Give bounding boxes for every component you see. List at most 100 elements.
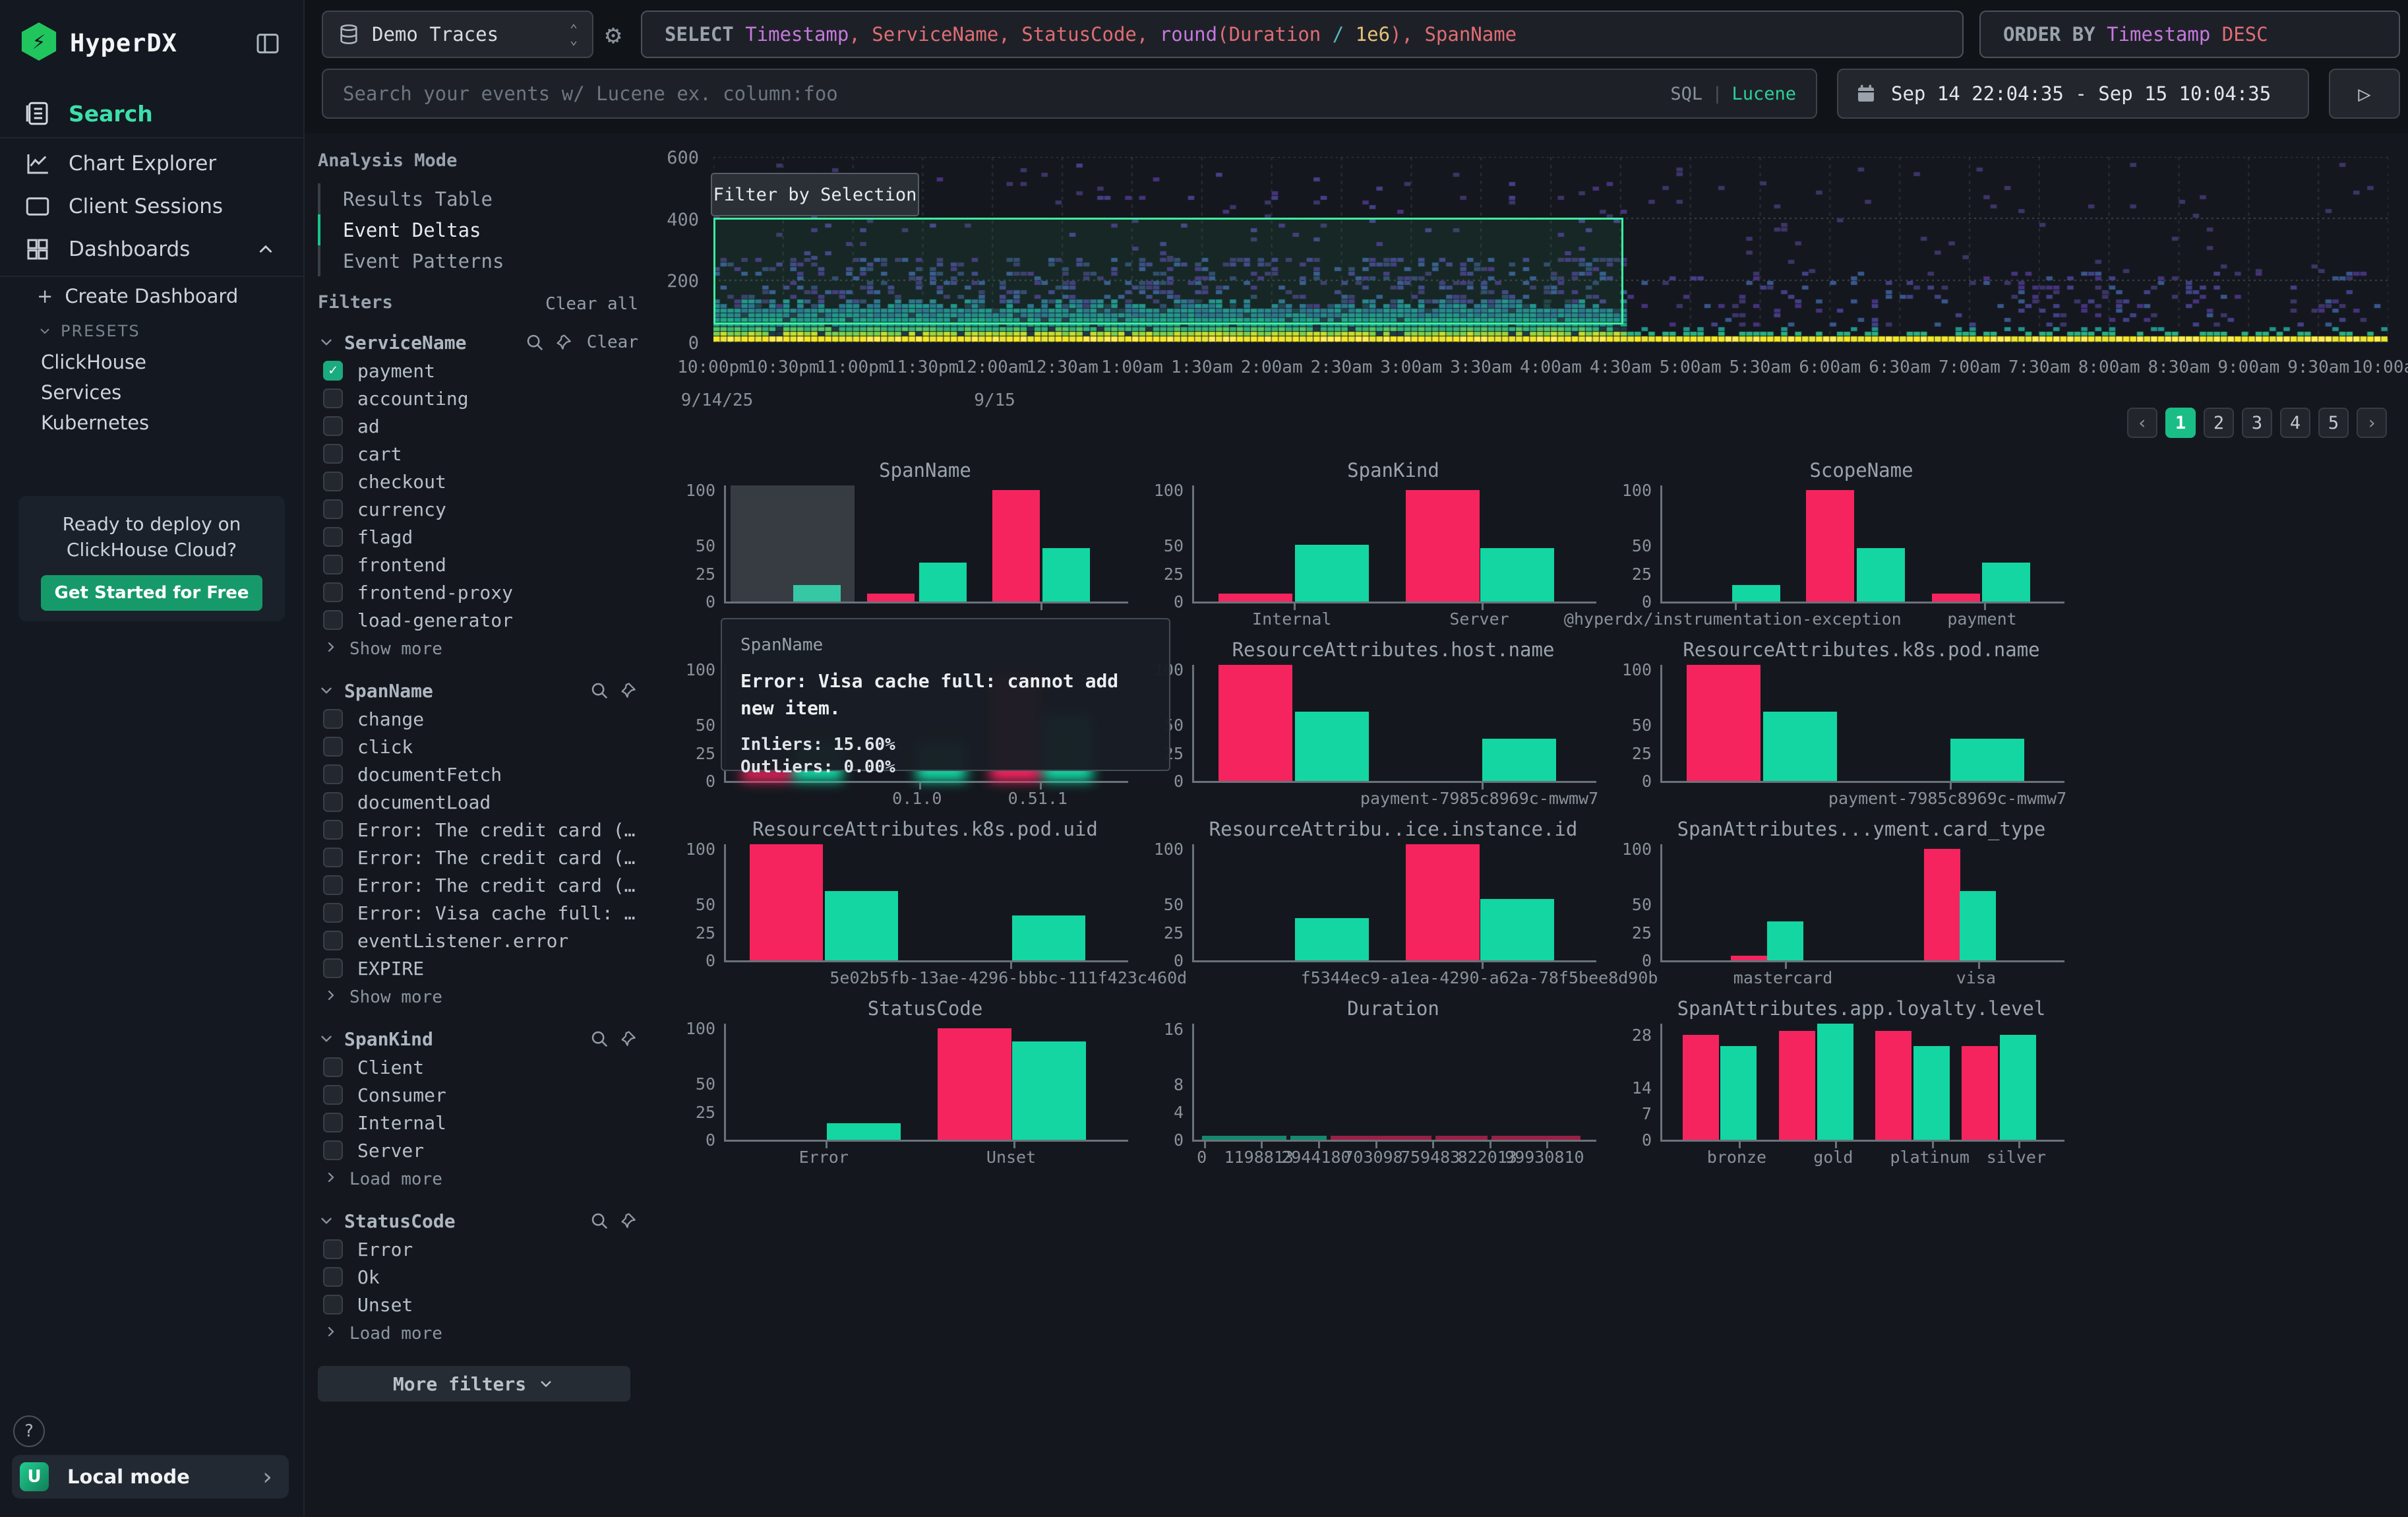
mini-chart-SpanName[interactable]: SpanName10050250: [679, 454, 1147, 633]
pin-icon[interactable]: [618, 681, 638, 700]
clear-filter-button[interactable]: Clear: [587, 332, 638, 352]
filter-item[interactable]: accounting: [318, 385, 638, 412]
checkbox[interactable]: [323, 709, 343, 729]
filter-by-selection-button[interactable]: Filter by Selection: [711, 173, 919, 216]
filter-item[interactable]: Internal: [318, 1109, 638, 1136]
filter-item[interactable]: cart: [318, 440, 638, 468]
chart-plot[interactable]: 10050250: [724, 485, 1128, 604]
checkbox[interactable]: [323, 764, 343, 784]
sidebar-item-services[interactable]: Services: [41, 381, 121, 404]
show-more-button[interactable]: Show more: [318, 982, 638, 1012]
pin-icon[interactable]: [618, 1029, 638, 1049]
filter-item[interactable]: flagd: [318, 523, 638, 551]
checkbox[interactable]: [323, 1295, 343, 1315]
presets-toggle[interactable]: PRESETS: [37, 322, 140, 340]
sidebar-item-client-sessions[interactable]: Client Sessions: [0, 188, 303, 225]
lang-toggle-lucene[interactable]: Lucene: [1731, 84, 1796, 104]
filter-item[interactable]: change: [318, 705, 638, 733]
filter-item[interactable]: Unset: [318, 1291, 638, 1318]
filter-item[interactable]: Ok: [318, 1263, 638, 1291]
mini-chart-ResourceAttributes.host.name[interactable]: ResourceAttributes.host.name10050250paym…: [1147, 633, 1615, 813]
filter-item[interactable]: Error: [318, 1235, 638, 1263]
date-range-picker[interactable]: Sep 14 22:04:35 - Sep 15 10:04:35: [1837, 69, 2309, 119]
checkbox[interactable]: [323, 931, 343, 950]
checkbox[interactable]: [323, 444, 343, 464]
checkbox[interactable]: [323, 555, 343, 574]
sidebar-item-dashboards[interactable]: Dashboards: [0, 231, 303, 268]
hyperdx-logo-icon[interactable]: ⚡: [20, 22, 58, 61]
create-dashboard-button[interactable]: +Create Dashboard: [37, 285, 238, 307]
checkbox[interactable]: [323, 903, 343, 923]
chevron-down-icon[interactable]: [318, 1212, 335, 1229]
page-next-button[interactable]: ›: [2357, 408, 2387, 438]
analysis-mode-event-patterns[interactable]: Event Patterns: [318, 245, 638, 276]
filter-item[interactable]: currency: [318, 495, 638, 523]
chart-plot[interactable]: 16840: [1192, 1024, 1596, 1142]
filter-item[interactable]: Error: The credit card (…: [318, 871, 638, 899]
chart-plot[interactable]: 10050250: [1192, 665, 1596, 783]
chart-plot[interactable]: 10050250: [1660, 485, 2064, 604]
chevron-down-icon[interactable]: [318, 1030, 335, 1047]
filter-item[interactable]: Client: [318, 1053, 638, 1081]
checkbox[interactable]: [323, 1057, 343, 1077]
run-query-button[interactable]: ▷: [2329, 69, 2400, 119]
search-icon[interactable]: [589, 1211, 609, 1231]
filter-item[interactable]: frontend-proxy: [318, 578, 638, 606]
filter-item[interactable]: ad: [318, 412, 638, 440]
checkbox[interactable]: [323, 1239, 343, 1259]
page-button-2[interactable]: 2: [2204, 408, 2234, 438]
mini-chart-SpanAttributes.app.loyalty.level[interactable]: SpanAttributes.app.loyalty.level281470br…: [1615, 992, 2084, 1171]
checkbox[interactable]: [323, 388, 343, 408]
checkbox[interactable]: [323, 610, 343, 630]
checkbox[interactable]: [323, 792, 343, 812]
clear-all-button[interactable]: Clear all: [545, 294, 638, 314]
show-more-button[interactable]: Load more: [318, 1318, 638, 1349]
checkbox[interactable]: [323, 875, 343, 895]
checkbox[interactable]: [323, 848, 343, 867]
mini-chart-ResourceAttributes.k8s.pod.uid[interactable]: ResourceAttributes.k8s.pod.uid100502505e…: [679, 813, 1147, 992]
pin-icon[interactable]: [618, 1211, 638, 1231]
mini-chart-SpanKind[interactable]: SpanKind10050250InternalServer: [1147, 454, 1615, 633]
filter-item[interactable]: ✓payment: [318, 357, 638, 385]
pin-icon[interactable]: [554, 332, 574, 352]
filter-item[interactable]: checkout: [318, 468, 638, 495]
filter-item[interactable]: Error: The credit card (…: [318, 816, 638, 844]
checkbox[interactable]: [323, 737, 343, 757]
show-more-button[interactable]: Show more: [318, 634, 638, 664]
sidebar-item-kubernetes[interactable]: Kubernetes: [41, 412, 149, 434]
search-icon[interactable]: [525, 332, 545, 352]
help-button[interactable]: ?: [13, 1415, 45, 1447]
filter-item[interactable]: Consumer: [318, 1081, 638, 1109]
filter-item[interactable]: Error: Visa cache full: …: [318, 899, 638, 927]
gear-icon[interactable]: ⚙: [605, 20, 621, 50]
filter-item[interactable]: click: [318, 733, 638, 760]
sidebar-collapse-icon[interactable]: [255, 30, 281, 59]
filter-item[interactable]: documentLoad: [318, 788, 638, 816]
search-icon[interactable]: [589, 1029, 609, 1049]
filter-item[interactable]: Error: The credit card (…: [318, 844, 638, 871]
checkbox[interactable]: ✓: [323, 361, 343, 381]
filter-item[interactable]: frontend: [318, 551, 638, 578]
search-icon[interactable]: [589, 681, 609, 700]
local-mode-menu[interactable]: U Local mode ›: [12, 1455, 289, 1499]
checkbox[interactable]: [323, 1113, 343, 1132]
analysis-mode-results-table[interactable]: Results Table: [318, 183, 638, 214]
lang-toggle-sql[interactable]: SQL: [1670, 84, 1702, 104]
chart-plot[interactable]: 10050250: [724, 844, 1128, 962]
page-prev-button[interactable]: ‹: [2127, 408, 2157, 438]
page-button-3[interactable]: 3: [2242, 408, 2272, 438]
analysis-mode-event-deltas[interactable]: Event Deltas: [318, 214, 638, 245]
chart-plot[interactable]: 10050250: [1192, 485, 1596, 604]
sidebar-item-chart-explorer[interactable]: Chart Explorer: [0, 145, 303, 182]
checkbox[interactable]: [323, 1140, 343, 1160]
page-button-5[interactable]: 5: [2318, 408, 2349, 438]
checkbox[interactable]: [323, 472, 343, 491]
checkbox[interactable]: [323, 499, 343, 519]
chart-plot[interactable]: 281470: [1660, 1024, 2064, 1142]
more-filters-button[interactable]: More filters: [318, 1366, 630, 1402]
chart-plot[interactable]: 10050250: [1192, 844, 1596, 962]
checkbox[interactable]: [323, 527, 343, 547]
filter-item[interactable]: load-generator: [318, 606, 638, 634]
sidebar-item-search[interactable]: Search: [0, 95, 303, 132]
mini-chart-SpanAttributes...yment.card_type[interactable]: SpanAttributes...yment.card_type10050250…: [1615, 813, 2084, 992]
